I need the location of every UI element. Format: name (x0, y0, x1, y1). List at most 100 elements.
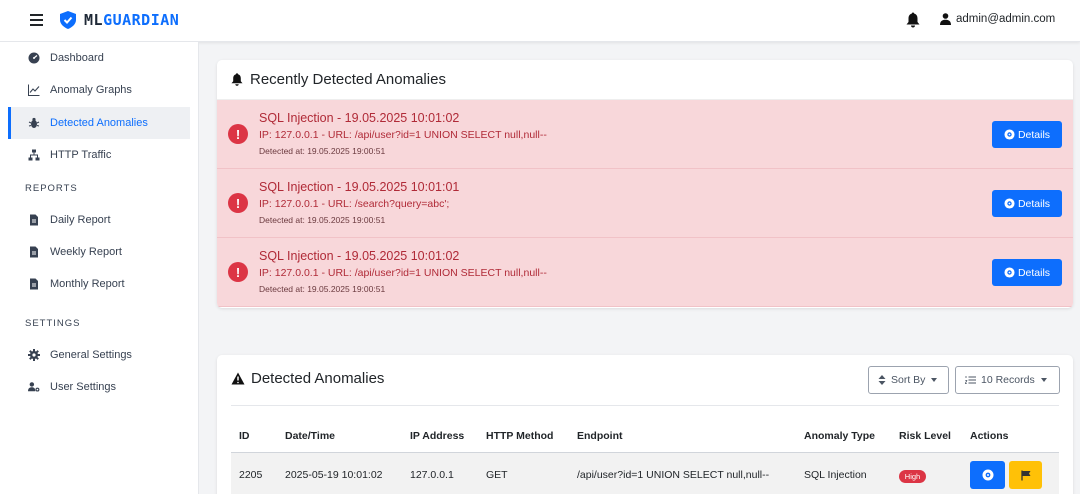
sidebar-item-label: Weekly Report (50, 246, 122, 258)
anomaly-alert: ! SQL Injection - 19.05.2025 10:01:02 IP… (217, 100, 1073, 169)
gear-icon (28, 349, 40, 361)
risk-level-badge: High (899, 470, 926, 483)
reports-section-title: REPORTS (25, 183, 78, 194)
bell-icon (231, 73, 243, 86)
detected-anomalies-card: Detected Anomalies Sort By 10 Records ID… (217, 355, 1073, 494)
notification-bell-icon[interactable] (906, 12, 920, 28)
alert-detected-at: Detected at: 19.05.2025 19:00:51 (259, 146, 386, 156)
exclamation-circle-icon: ! (228, 193, 248, 213)
chevron-down-icon (1040, 378, 1047, 382)
brand-logo[interactable]: MLGUARDIAN (60, 11, 179, 29)
sort-by-dropdown[interactable]: Sort By (868, 366, 949, 394)
user-menu[interactable]: admin@admin.com (940, 13, 1055, 25)
numbered-list-icon (965, 376, 976, 384)
sidebar-item-user-settings[interactable]: User Settings (8, 371, 190, 403)
alert-detected-at: Detected at: 19.05.2025 19:00:51 (259, 215, 386, 225)
details-button-label: Details (1017, 197, 1051, 210)
view-button[interactable] (970, 461, 1005, 489)
eye-icon (1004, 267, 1015, 278)
brand-prefix: ML (84, 11, 104, 29)
column-header-id[interactable]: ID (239, 430, 250, 442)
cell-endpoint: /api/user?id=1 UNION SELECT null,null-- (577, 469, 770, 481)
user-email: admin@admin.com (956, 13, 1056, 25)
anomaly-alert: ! SQL Injection - 19.05.2025 10:01:02 IP… (217, 238, 1073, 307)
header-divider (231, 405, 1059, 406)
column-header-endpoint[interactable]: Endpoint (577, 430, 623, 442)
warning-triangle-icon (231, 372, 245, 385)
alert-details-line: IP: 127.0.0.1 - URL: /api/user?id=1 UNIO… (259, 267, 547, 279)
sidebar: Dashboard Anomaly Graphs Detected Anomal… (0, 42, 199, 494)
chevron-down-icon (931, 378, 938, 382)
details-button[interactable]: Details (992, 190, 1062, 217)
column-header-method[interactable]: HTTP Method (486, 430, 553, 442)
flag-button[interactable] (1009, 461, 1042, 489)
sidebar-item-detected-anomalies[interactable]: Detected Anomalies (8, 107, 190, 139)
sidebar-item-label: Detected Anomalies (50, 117, 148, 129)
shield-icon (60, 11, 76, 29)
sidebar-item-label: Daily Report (50, 214, 111, 226)
alert-title: SQL Injection - 19.05.2025 10:01:02 (259, 249, 460, 263)
alert-details-line: IP: 127.0.0.1 - URL: /search?query=abc'; (259, 198, 450, 210)
exclamation-circle-icon: ! (228, 262, 248, 282)
sidebar-item-dashboard[interactable]: Dashboard (8, 42, 190, 74)
anomaly-alert: ! SQL Injection - 19.05.2025 10:01:01 IP… (217, 169, 1073, 238)
cell-id: 2205 (239, 469, 263, 481)
cell-datetime: 2025-05-19 10:01:02 (285, 469, 383, 481)
network-icon (28, 149, 40, 161)
file-icon (28, 246, 40, 258)
cell-ip: 127.0.0.1 (410, 469, 454, 481)
column-header-risk[interactable]: Risk Level (899, 430, 951, 442)
sidebar-item-label: Anomaly Graphs (50, 84, 132, 96)
details-button[interactable]: Details (992, 121, 1062, 148)
recent-anomalies-card: Recently Detected Anomalies ! SQL Inject… (217, 60, 1073, 308)
eye-icon (1004, 198, 1015, 209)
details-button-label: Details (1017, 266, 1051, 279)
column-header-ip[interactable]: IP Address (410, 430, 464, 442)
top-navbar: MLGUARDIAN admin@admin.com (0, 0, 1080, 42)
eye-icon (1004, 129, 1015, 140)
file-icon (28, 214, 40, 226)
hamburger-menu-icon[interactable] (30, 14, 43, 26)
detected-anomalies-title: Detected Anomalies (251, 370, 385, 387)
sidebar-item-general-settings[interactable]: General Settings (8, 339, 190, 371)
flag-icon (1020, 470, 1030, 480)
bug-icon (28, 117, 40, 129)
brand-suffix: GUARDIAN (103, 11, 180, 29)
sidebar-item-label: Dashboard (50, 52, 104, 64)
sidebar-item-http-traffic[interactable]: HTTP Traffic (8, 139, 190, 171)
column-header-datetime[interactable]: Date/Time (285, 430, 335, 442)
sidebar-item-monthly-report[interactable]: Monthly Report (8, 268, 190, 300)
records-label: 10 Records (981, 374, 1035, 386)
column-header-type[interactable]: Anomaly Type (804, 430, 875, 442)
sidebar-item-daily-report[interactable]: Daily Report (8, 204, 190, 236)
sidebar-item-label: Monthly Report (50, 278, 125, 290)
alert-detected-at: Detected at: 19.05.2025 19:00:51 (259, 284, 386, 294)
sort-icon (878, 375, 886, 385)
column-header-actions: Actions (970, 430, 1009, 442)
sidebar-item-anomaly-graphs[interactable]: Anomaly Graphs (8, 74, 190, 106)
sidebar-item-label: General Settings (50, 349, 132, 361)
dashboard-icon (28, 52, 40, 64)
sidebar-item-weekly-report[interactable]: Weekly Report (8, 236, 190, 268)
cell-type: SQL Injection (804, 469, 867, 481)
sidebar-item-label: HTTP Traffic (50, 149, 112, 161)
sidebar-item-label: User Settings (50, 381, 117, 393)
sort-by-label: Sort By (891, 374, 926, 386)
recent-anomalies-header: Recently Detected Anomalies (217, 60, 1073, 100)
eye-icon (982, 469, 993, 481)
user-gear-icon (28, 381, 40, 393)
detected-anomalies-header: Detected Anomalies (231, 370, 384, 387)
alert-title: SQL Injection - 19.05.2025 10:01:02 (259, 111, 460, 125)
file-icon (28, 278, 40, 290)
line-chart-icon (28, 84, 40, 96)
alert-details-line: IP: 127.0.0.1 - URL: /api/user?id=1 UNIO… (259, 129, 547, 141)
recent-anomalies-title: Recently Detected Anomalies (250, 71, 446, 88)
user-icon (940, 13, 951, 25)
details-button-label: Details (1017, 128, 1051, 141)
details-button[interactable]: Details (992, 259, 1062, 286)
exclamation-circle-icon: ! (228, 124, 248, 144)
records-per-page-dropdown[interactable]: 10 Records (955, 366, 1060, 394)
settings-section-title: SETTINGS (25, 318, 81, 329)
alert-title: SQL Injection - 19.05.2025 10:01:01 (259, 180, 460, 194)
cell-method: GET (486, 469, 508, 481)
